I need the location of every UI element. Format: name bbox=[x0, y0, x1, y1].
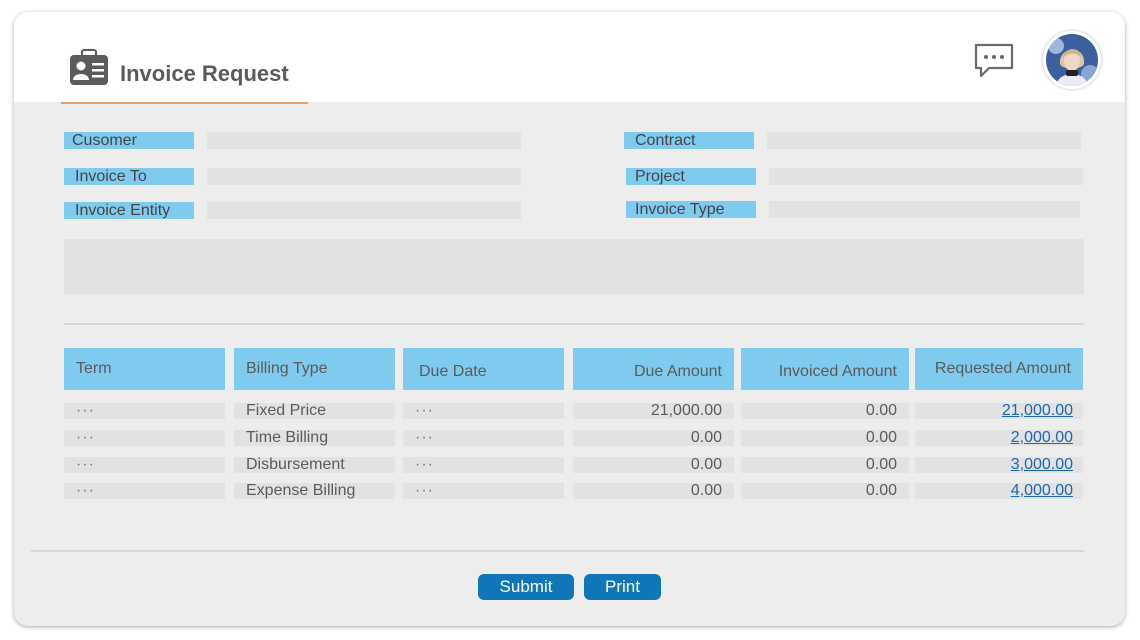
column-header-requested-amount: Requested Amount bbox=[915, 348, 1083, 390]
invoice-request-card: Invoice Request Cusomer Invoice To Invoi… bbox=[14, 12, 1125, 626]
table-row-4-term: ··· bbox=[64, 483, 225, 499]
avatar-image bbox=[1046, 34, 1098, 86]
table-row-4-invoiced-amount: 0.00 bbox=[741, 483, 909, 499]
column-header-due-date: Due Date bbox=[403, 348, 564, 390]
footer-divider bbox=[31, 550, 1084, 552]
table-row-2-due-date: ··· bbox=[403, 430, 564, 446]
section-divider bbox=[64, 323, 1084, 325]
table-row-3-requested-amount-link[interactable]: 3,000.00 bbox=[915, 457, 1083, 473]
column-header-invoiced-amount: Invoiced Amount bbox=[741, 348, 909, 390]
contract-label: Contract bbox=[624, 132, 754, 149]
invoice-entity-label: Invoice Entity bbox=[64, 202, 194, 219]
table-row-1-term: ··· bbox=[64, 403, 225, 419]
page-title: Invoice Request bbox=[120, 61, 289, 86]
table-row-1-invoiced-amount: 0.00 bbox=[741, 403, 909, 419]
table-row-4-due-amount: 0.00 bbox=[573, 483, 734, 499]
column-header-billing-type: Billing Type bbox=[234, 348, 395, 390]
invoice-to-field[interactable] bbox=[207, 168, 521, 185]
table-row-1-billing-type: Fixed Price bbox=[234, 403, 395, 419]
table-row-3-term: ··· bbox=[64, 457, 225, 473]
table-row-2-term: ··· bbox=[64, 430, 225, 446]
title-area: Invoice Request bbox=[61, 42, 308, 104]
table-row-2-billing-type: Time Billing bbox=[234, 430, 395, 446]
contract-field[interactable] bbox=[767, 132, 1081, 149]
table-row-1-requested-amount-link[interactable]: 21,000.00 bbox=[915, 403, 1083, 419]
table-row-2-invoiced-amount: 0.00 bbox=[741, 430, 909, 446]
customer-field[interactable] bbox=[207, 132, 521, 149]
notes-textarea[interactable] bbox=[64, 239, 1084, 294]
table-row-4-billing-type: Expense Billing bbox=[234, 483, 395, 499]
project-label: Project bbox=[626, 168, 756, 185]
table-row-4-requested-amount-link[interactable]: 4,000.00 bbox=[915, 483, 1083, 499]
id-card-icon bbox=[70, 49, 108, 85]
card-header: Invoice Request bbox=[14, 12, 1125, 104]
table-row-3-due-date: ··· bbox=[403, 457, 564, 473]
print-button[interactable]: Print bbox=[584, 574, 661, 600]
customer-label: Cusomer bbox=[64, 132, 194, 149]
chat-bubble-icon[interactable] bbox=[974, 43, 1014, 79]
invoice-type-label: Invoice Type bbox=[626, 201, 756, 218]
table-row-3-invoiced-amount: 0.00 bbox=[741, 457, 909, 473]
column-header-term: Term bbox=[64, 348, 225, 390]
invoice-type-field[interactable] bbox=[769, 201, 1080, 218]
table-row-2-due-amount: 0.00 bbox=[573, 430, 734, 446]
submit-button[interactable]: Submit bbox=[478, 574, 574, 600]
table-row-4-due-date: ··· bbox=[403, 483, 564, 499]
table-row-3-due-amount: 0.00 bbox=[573, 457, 734, 473]
column-header-due-amount: Due Amount bbox=[573, 348, 734, 390]
table-row-3-billing-type: Disbursement bbox=[234, 457, 395, 473]
table-row-1-due-amount: 21,000.00 bbox=[573, 403, 734, 419]
table-row-2-requested-amount-link[interactable]: 2,000.00 bbox=[915, 430, 1083, 446]
invoice-to-label: Invoice To bbox=[64, 168, 194, 185]
project-field[interactable] bbox=[769, 168, 1083, 185]
invoice-entity-field[interactable] bbox=[207, 202, 521, 219]
user-avatar[interactable] bbox=[1043, 31, 1101, 89]
table-row-1-due-date: ··· bbox=[403, 403, 564, 419]
